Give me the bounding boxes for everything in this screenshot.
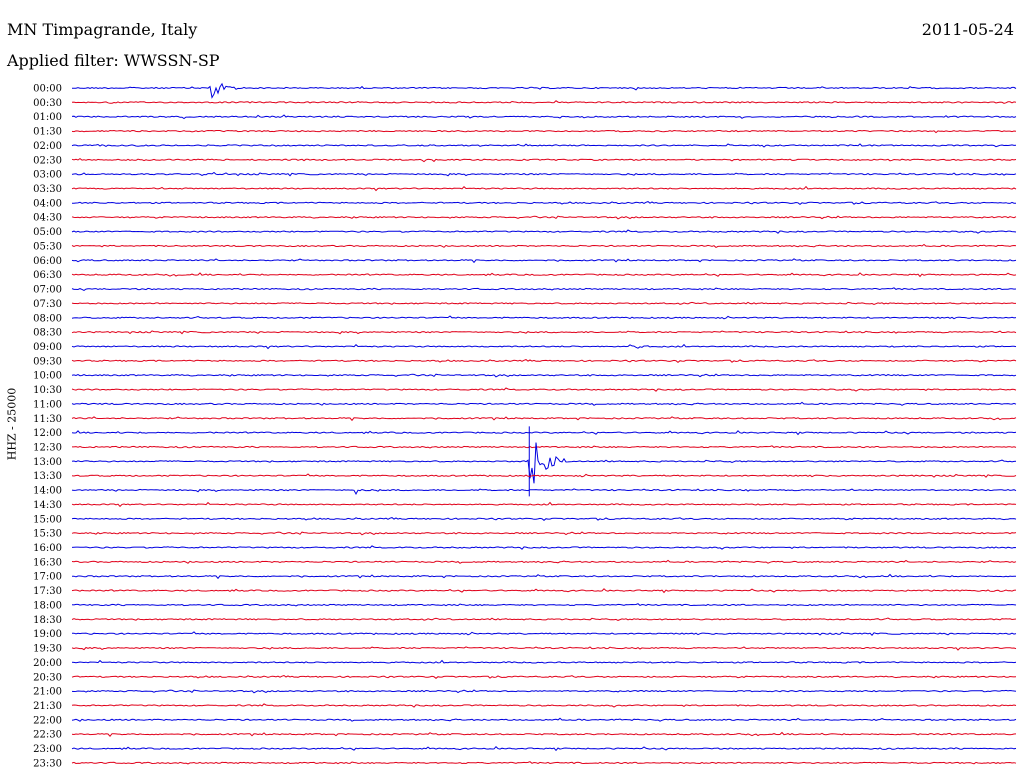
trace-label: 04:00	[33, 198, 62, 209]
trace-label: 20:30	[33, 672, 62, 683]
trace-line	[71, 646, 1017, 651]
trace-line	[71, 517, 1017, 521]
trace-line	[71, 229, 1017, 234]
trace-label: 11:00	[33, 399, 62, 410]
trace-label: 04:30	[33, 213, 62, 224]
trace-label: 03:30	[33, 184, 62, 195]
trace-line	[72, 573, 1016, 580]
trace-label: 21:00	[33, 687, 62, 698]
trace-label: 19:00	[33, 629, 62, 640]
trace-line	[71, 430, 1017, 436]
trace-line	[71, 473, 1017, 478]
trace-line	[71, 588, 1017, 594]
trace-label: 21:30	[33, 701, 62, 712]
trace-label: 09:00	[33, 342, 62, 353]
trace-line	[71, 143, 1017, 148]
trace-line	[71, 171, 1017, 177]
trace-line	[71, 272, 1017, 278]
trace-label: 15:30	[33, 529, 62, 540]
trace-line	[71, 387, 1017, 392]
seismogram-plot: 00:00 00:30 01:00 01:30 02:00 02:30 03:00 03:30…	[33, 82, 1017, 769]
trace-line	[71, 215, 1017, 220]
trace-line	[71, 761, 1017, 765]
trace-line	[71, 659, 1017, 664]
trace-label: 10:00	[33, 371, 62, 382]
trace-label: 00:00	[33, 84, 62, 95]
trace-line	[71, 674, 1017, 679]
trace-line	[71, 343, 1017, 350]
trace-label: 05:00	[33, 227, 62, 238]
trace-line	[71, 689, 1017, 694]
trace-label: 02:00	[33, 141, 62, 152]
trace-line	[71, 100, 1017, 104]
trace-line	[71, 545, 1017, 550]
trace-label: 00:30	[33, 98, 62, 109]
trace-line	[71, 617, 1017, 621]
trace-label: 22:30	[33, 730, 62, 741]
trace-label: 20:00	[33, 658, 62, 669]
trace-label: 12:00	[33, 428, 62, 439]
trace-label: 17:30	[33, 586, 62, 597]
trace-line	[71, 243, 1017, 248]
trace-line	[71, 301, 1016, 306]
trace-line	[71, 416, 1017, 422]
trace-line	[71, 603, 1017, 607]
trace-label: 06:00	[33, 256, 62, 267]
trace-line	[71, 185, 1017, 192]
trace-label: 03:00	[33, 170, 62, 181]
trace-line	[71, 531, 1017, 536]
trace-label: 06:30	[33, 270, 62, 281]
trace-label: 13:00	[33, 457, 62, 468]
trace-line	[71, 703, 1017, 708]
trace-label: 08:30	[33, 328, 62, 339]
trace-label: 18:00	[33, 600, 62, 611]
trace-line	[71, 488, 1017, 496]
trace-line	[71, 631, 1017, 636]
trace-label: 14:00	[33, 486, 62, 497]
trace-label: 18:30	[33, 615, 62, 626]
trace-line	[71, 287, 1017, 291]
trace-line	[71, 114, 1017, 120]
trace-label: 16:00	[33, 543, 62, 554]
trace-line	[71, 731, 1017, 737]
trace-label: 07:00	[33, 285, 62, 296]
trace-line	[71, 315, 1017, 320]
trace-label: 01:30	[33, 127, 62, 138]
trace-line	[72, 445, 1017, 449]
trace-label: 02:30	[33, 155, 62, 166]
trace-label: 17:00	[33, 572, 62, 583]
trace-label: 01:00	[33, 112, 62, 123]
trace-label: 07:30	[33, 299, 62, 310]
trace-line	[71, 258, 1017, 264]
trace-line	[71, 373, 1017, 378]
trace-line	[72, 201, 1017, 206]
trace-label: 22:00	[33, 715, 62, 726]
trace-line	[71, 501, 1017, 508]
trace-line	[71, 330, 1017, 335]
trace-label: 14:30	[33, 500, 62, 511]
trace-line	[71, 129, 1017, 134]
trace-label: 10:30	[33, 385, 62, 396]
trace-label: 09:30	[33, 356, 62, 367]
trace-line	[71, 717, 1017, 722]
trace-line	[71, 401, 1017, 406]
trace-label: 12:30	[33, 443, 62, 454]
trace-label: 23:00	[33, 744, 62, 755]
trace-line	[71, 359, 1017, 364]
trace-label: 08:00	[33, 313, 62, 324]
trace-label: 11:30	[33, 414, 62, 425]
trace-line	[71, 559, 1017, 564]
trace-label: 15:00	[33, 514, 62, 525]
trace-line	[71, 442, 1017, 484]
trace-label: 13:30	[33, 471, 62, 482]
trace-label: 23:30	[33, 758, 62, 769]
trace-line	[71, 745, 1017, 752]
trace-label: 19:30	[33, 644, 62, 655]
trace-line	[72, 82, 1017, 99]
trace-label: 05:30	[33, 241, 62, 252]
trace-line	[71, 157, 1017, 163]
trace-label: 16:30	[33, 557, 62, 568]
